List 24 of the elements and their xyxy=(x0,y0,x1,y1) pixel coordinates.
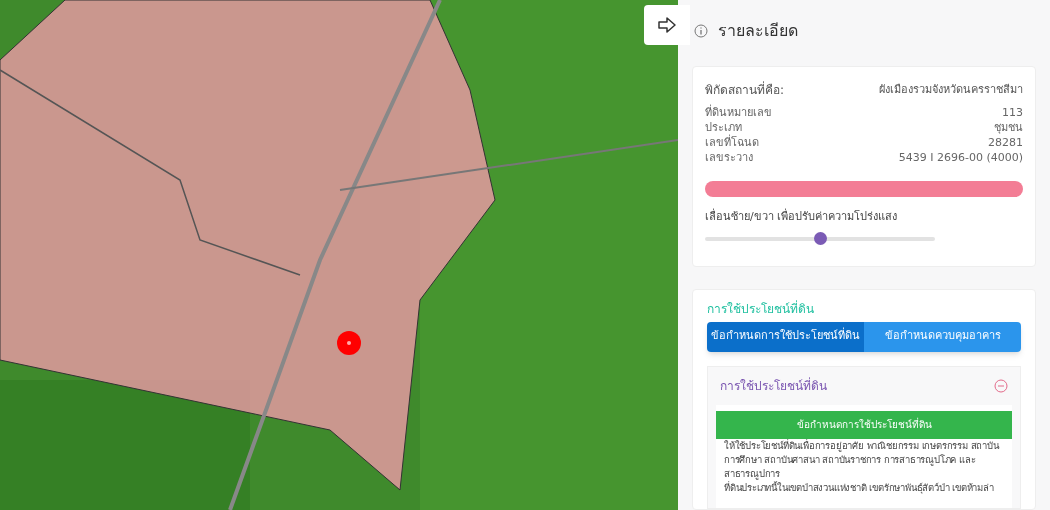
slider-thumb[interactable] xyxy=(814,232,827,245)
location-value: ผังเมืองรวมจังหวัดนครราชสีมา xyxy=(879,81,1023,98)
section-title: การใช้ประโยชน์ที่ดิน xyxy=(707,299,815,318)
accordion-header[interactable]: การใช้ประโยชน์ที่ดิน xyxy=(716,366,1012,405)
arrow-right-icon xyxy=(658,17,676,33)
opacity-slider[interactable] xyxy=(705,231,935,246)
rule-heading: ข้อกำหนดการใช้ประโยชน์ที่ดิน xyxy=(716,410,1012,439)
detail-value: ชุมชน xyxy=(994,120,1023,135)
tab[interactable]: ข้อกำหนดการใช้ประโยชน์ที่ดิน xyxy=(707,321,864,352)
detail-label: เลขที่โฉนด xyxy=(705,135,759,150)
detail-label: ที่ดินหมายเลข xyxy=(705,105,772,120)
tab[interactable]: ข้อกำหนดควบคุมอาคาร xyxy=(864,321,1021,352)
detail-value: 113 xyxy=(1002,105,1023,120)
info-icon xyxy=(694,24,708,38)
rule-text: ให้ใช้ประโยชน์ที่ดินเพื่อการอยู่อาศัย พาณิชยกรรม เกษตรกรรม สถาบันการศึกษา สถาบันศาสนา สถาบันราชการ การสาธารณูปโภค และสาธารณูปการ xyxy=(723,438,1001,480)
rule-text: ที่ดินประเภทนี้ในเขตป่าสงวนแห่งชาติ เขตรักษาพันธุ์สัตว์ป่า เขตห้ามล่า xyxy=(723,480,995,495)
panel-title: รายละเอียด xyxy=(718,20,798,42)
collapse-panel-button[interactable] xyxy=(644,5,690,45)
detail-value: 5439 I 2696-00 (4000) xyxy=(898,150,1023,165)
detail-label: เลขระวาง xyxy=(705,150,753,165)
detail-label: ประเภท xyxy=(705,120,742,134)
location-label: พิกัดสถานที่คือ: xyxy=(705,81,785,99)
detail-value: 28281 xyxy=(988,135,1023,150)
opacity-label: เลื่อนซ้าย/ขวา เพื่อปรับค่าความโปร่งแสง xyxy=(705,209,899,225)
